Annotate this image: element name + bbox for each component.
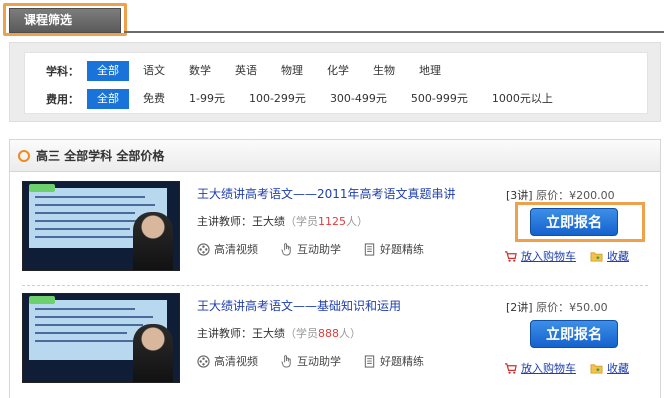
subject-option-chinese[interactable]: 语文 xyxy=(133,61,175,81)
fee-option-300-499[interactable]: 300-499元 xyxy=(320,89,397,109)
hand-pointer-icon xyxy=(281,242,291,256)
course-features: 高清视频 互动助学 好题精练 xyxy=(197,241,424,257)
original-price: 原价：¥50.00 xyxy=(536,301,608,314)
film-reel-icon xyxy=(197,242,210,256)
feature-interactive: 互动助学 xyxy=(280,353,341,369)
filter-panel: 学科： 全部 语文 数学 英语 物理 化学 生物 地理 费用： 全部 免费 1-… xyxy=(9,42,661,122)
original-price: 原价：¥200.00 xyxy=(536,189,615,202)
shopping-cart-icon xyxy=(504,362,517,374)
subject-option-physics[interactable]: 物理 xyxy=(271,61,313,81)
lecture-count: [3讲] xyxy=(506,189,533,202)
film-reel-icon xyxy=(197,354,210,368)
results-header: 高三 全部学科 全部价格 xyxy=(10,140,660,172)
tab-underline xyxy=(124,31,664,33)
results-title: 高三 全部学科 全部价格 xyxy=(36,149,165,163)
results-panel: 高三 全部学科 全部价格 王大绩讲高考语文——2011年高考语文真题串讲 主讲教… xyxy=(9,139,661,398)
course-item: 王大绩讲高考语文——2011年高考语文真题串讲 主讲教师：王大绩（学员1125人… xyxy=(22,181,648,276)
subject-filter-row: 学科： 全部 语文 数学 英语 物理 化学 生物 地理 xyxy=(25,61,455,81)
feature-practice: 好题精练 xyxy=(363,353,424,369)
teacher-name: 主讲教师：王大绩 xyxy=(197,215,285,228)
folder-star-icon xyxy=(590,251,603,262)
feature-practice: 好题精练 xyxy=(363,241,424,257)
fee-option-1-99[interactable]: 1-99元 xyxy=(179,89,235,109)
fee-label: 费用： xyxy=(46,93,79,106)
filter-inner: 学科： 全部 语文 数学 英语 物理 化学 生物 地理 费用： 全部 免费 1-… xyxy=(24,52,648,114)
course-item: 王大绩讲高考语文——基础知识和运用 主讲教师：王大绩（学员888人） 高清视频 … xyxy=(22,293,648,388)
course-thumbnail[interactable] xyxy=(22,293,180,383)
tab-bar: 课程筛选 xyxy=(0,0,667,36)
subject-option-all[interactable]: 全部 xyxy=(87,61,129,81)
feature-hd-video: 高清视频 xyxy=(197,353,258,369)
subject-option-geography[interactable]: 地理 xyxy=(409,61,451,81)
lecture-count: [2讲] xyxy=(506,301,533,314)
favorite-link[interactable]: 收藏 xyxy=(590,248,629,264)
fee-option-500-999[interactable]: 500-999元 xyxy=(401,89,478,109)
teacher-figure xyxy=(133,212,173,270)
course-price: [3讲] 原价：¥200.00 xyxy=(506,187,615,203)
course-teacher: 主讲教师：王大绩（学员888人） xyxy=(197,327,361,340)
course-teacher: 主讲教师：王大绩（学员1125人） xyxy=(197,215,368,228)
favorite-link[interactable]: 收藏 xyxy=(590,360,629,376)
subject-option-biology[interactable]: 生物 xyxy=(363,61,405,81)
subject-label: 学科： xyxy=(46,65,79,78)
fee-option-all[interactable]: 全部 xyxy=(87,89,129,109)
teacher-figure xyxy=(133,324,173,382)
feature-hd-video: 高清视频 xyxy=(197,241,258,257)
circle-bullet-icon xyxy=(18,149,30,162)
student-count: 888 xyxy=(318,327,339,340)
enroll-button[interactable]: 立即报名 xyxy=(530,320,618,348)
hand-pointer-icon xyxy=(281,354,291,368)
fee-filter-row: 费用： 全部 免费 1-99元 100-299元 300-499元 500-99… xyxy=(25,89,567,109)
add-to-cart-link[interactable]: 放入购物车 xyxy=(504,248,576,264)
course-features: 高清视频 互动助学 好题精练 xyxy=(197,353,424,369)
shopping-cart-icon xyxy=(504,250,517,262)
subject-option-english[interactable]: 英语 xyxy=(225,61,267,81)
fee-option-100-299[interactable]: 100-299元 xyxy=(239,89,316,109)
channel-logo-icon xyxy=(29,296,55,304)
subject-option-math[interactable]: 数学 xyxy=(179,61,221,81)
tab-course-filter[interactable]: 课程筛选 xyxy=(9,8,121,33)
course-divider xyxy=(22,285,648,286)
course-title-link[interactable]: 王大绩讲高考语文——2011年高考语文真题串讲 xyxy=(197,185,456,202)
feature-interactive: 互动助学 xyxy=(280,241,341,257)
channel-logo-icon xyxy=(29,184,55,192)
add-to-cart-link[interactable]: 放入购物车 xyxy=(504,360,576,376)
document-icon xyxy=(364,242,375,256)
fee-option-1000-plus[interactable]: 1000元以上 xyxy=(482,89,563,109)
course-price: [2讲] 原价：¥50.00 xyxy=(506,299,608,315)
subject-option-chemistry[interactable]: 化学 xyxy=(317,61,359,81)
fee-option-free[interactable]: 免费 xyxy=(133,89,175,109)
teacher-name: 主讲教师：王大绩 xyxy=(197,327,285,340)
document-icon xyxy=(364,354,375,368)
course-thumbnail[interactable] xyxy=(22,181,180,271)
folder-star-icon xyxy=(590,363,603,374)
course-title-link[interactable]: 王大绩讲高考语文——基础知识和运用 xyxy=(197,297,401,314)
enroll-button[interactable]: 立即报名 xyxy=(530,208,618,236)
student-count: 1125 xyxy=(318,215,346,228)
